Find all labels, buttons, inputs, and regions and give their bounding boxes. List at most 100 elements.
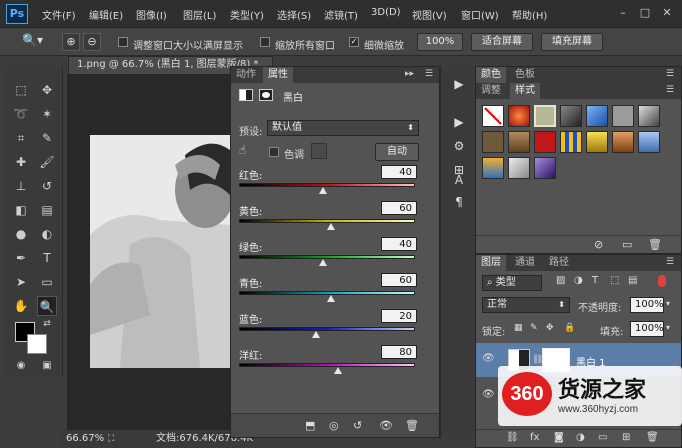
menu-edit[interactable]: 编辑(E) <box>89 7 123 22</box>
slider-value-input[interactable]: 20 <box>381 309 417 323</box>
filter-adjust-icon[interactable]: ◑ <box>574 275 583 286</box>
menu-image[interactable]: 图像(I) <box>136 7 167 22</box>
slider-value-input[interactable]: 80 <box>381 345 417 359</box>
delete-style-icon[interactable]: 🗑 <box>648 238 662 251</box>
opacity-input[interactable]: 100% <box>630 297 664 313</box>
screen-mode-icon[interactable]: ▣ <box>37 356 57 376</box>
chevron-down-icon[interactable]: ▾ <box>666 299 670 308</box>
chevron-down-icon[interactable]: ▾ <box>666 323 670 332</box>
menu-window[interactable]: 窗口(W) <box>461 7 499 22</box>
filter-type-icon[interactable]: T <box>592 275 598 286</box>
shape-tool-icon[interactable]: ▭ <box>37 272 57 292</box>
menu-3d[interactable]: 3D(D) <box>371 7 401 18</box>
style-swatch[interactable] <box>482 131 504 153</box>
menu-help[interactable]: 帮助(H) <box>512 7 547 22</box>
path-select-icon[interactable]: ➤ <box>11 272 31 292</box>
style-swatch[interactable] <box>508 105 530 127</box>
mask-icon[interactable] <box>259 89 273 101</box>
slider-thumb[interactable] <box>319 259 328 266</box>
lock-all-icon[interactable]: 🔒 <box>564 323 575 333</box>
tab-paths[interactable]: 路径 <box>544 255 574 271</box>
tab-layers[interactable]: 图层 <box>476 255 506 271</box>
menu-filter[interactable]: 滤镜(T) <box>324 7 358 22</box>
tint-checkbox[interactable] <box>269 147 279 157</box>
pen-tool-icon[interactable]: ✒ <box>11 248 31 268</box>
lasso-tool-icon[interactable]: ➰ <box>11 104 31 124</box>
tab-swatches[interactable]: 色板 <box>510 67 540 83</box>
zoom-tool-preset-icon[interactable]: 🔍▾ <box>22 33 48 51</box>
view-previous-icon[interactable]: ◎ <box>329 419 339 432</box>
fx-icon[interactable]: fx <box>530 432 539 443</box>
slider-thumb[interactable] <box>312 331 321 338</box>
zoom-out-icon[interactable]: ⊖ <box>83 33 101 51</box>
dodge-tool-icon[interactable]: ◐ <box>37 224 57 244</box>
fit-screen-button[interactable]: 适合屏幕 <box>471 33 533 51</box>
slider-thumb[interactable] <box>319 187 328 194</box>
visibility-eye-icon[interactable]: 👁 <box>379 419 393 432</box>
panel-menu-icon[interactable]: ☰ <box>666 69 674 79</box>
zoom-in-icon[interactable]: ⊕ <box>62 33 80 51</box>
link-layers-icon[interactable]: ⛓ <box>506 432 519 443</box>
style-swatch[interactable] <box>534 105 556 127</box>
new-adjustment-icon[interactable]: ◑ <box>576 432 585 443</box>
menu-select[interactable]: 选择(S) <box>277 7 311 22</box>
history-brush-icon[interactable]: ↺ <box>37 176 57 196</box>
gradient-tool-icon[interactable]: ▤ <box>37 200 57 220</box>
slider-track[interactable] <box>239 327 415 331</box>
type-tool-icon[interactable]: T <box>37 248 57 268</box>
delete-layer-icon[interactable]: 🗑 <box>646 432 659 443</box>
new-style-icon[interactable]: ▭ <box>622 238 632 251</box>
tint-color-swatch[interactable] <box>311 143 327 159</box>
zoom-level[interactable]: 66.67% <box>66 431 104 447</box>
style-swatch[interactable] <box>586 105 608 127</box>
add-mask-icon[interactable]: ◙ <box>554 432 564 443</box>
tab-properties[interactable]: 属性 <box>263 67 293 83</box>
filter-smart-icon[interactable]: ▤ <box>628 275 637 286</box>
slider-thumb[interactable] <box>326 223 335 230</box>
style-swatch[interactable] <box>560 105 582 127</box>
style-swatch[interactable] <box>638 131 660 153</box>
brush-tool-icon[interactable]: 🖌 <box>37 152 57 172</box>
menu-type[interactable]: 类型(Y) <box>230 7 264 22</box>
quick-mask-icon[interactable]: ◉ <box>11 356 31 376</box>
blend-mode-select[interactable]: 正常 ⬍ <box>482 297 570 313</box>
delete-icon[interactable]: 🗑 <box>405 419 419 432</box>
preset-select[interactable]: 默认值 ⬍ <box>267 120 419 136</box>
fill-screen-button[interactable]: 填充屏幕 <box>541 33 603 51</box>
targeted-adjust-icon[interactable]: ☝ <box>239 143 246 157</box>
eraser-tool-icon[interactable]: ◧ <box>11 200 31 220</box>
style-swatch[interactable] <box>534 157 556 179</box>
swap-colors-icon[interactable]: ⇄ <box>41 318 53 330</box>
panel-menu-icon[interactable]: ☰ <box>666 257 674 267</box>
lock-position-icon[interactable]: ✥ <box>546 323 554 333</box>
lock-paint-icon[interactable]: ✎ <box>530 323 538 333</box>
layer-filter-select[interactable]: ⌕ 类型 <box>482 275 542 291</box>
panel-menu-icon[interactable]: ☰ <box>666 85 674 95</box>
slider-value-input[interactable]: 60 <box>381 201 417 215</box>
close-button[interactable]: ✕ <box>660 6 674 20</box>
panel-collapse-icon[interactable]: ▸▸ <box>405 69 414 79</box>
style-swatch[interactable] <box>586 131 608 153</box>
healing-brush-icon[interactable]: ✚ <box>11 152 31 172</box>
filter-pixel-icon[interactable]: ▨ <box>556 275 565 286</box>
slider-thumb[interactable] <box>333 367 342 374</box>
properties-icon[interactable]: ⚙ <box>451 138 467 154</box>
slider-value-input[interactable]: 40 <box>381 237 417 251</box>
stamp-tool-icon[interactable]: ⊥ <box>11 176 31 196</box>
slider-thumb[interactable] <box>326 295 335 302</box>
eyedropper-icon[interactable]: ✎ <box>37 128 57 148</box>
clip-to-layer-icon[interactable]: ⬒ <box>305 419 315 432</box>
zoom-all-checkbox[interactable] <box>260 37 270 47</box>
paragraph-icon[interactable]: ¶ <box>451 194 467 210</box>
tab-actions[interactable]: 动作 <box>231 67 261 83</box>
menu-file[interactable]: 文件(F) <box>42 7 76 22</box>
new-group-icon[interactable]: ▭ <box>598 432 607 443</box>
play-icon[interactable]: ▶ <box>451 114 467 130</box>
history-icon[interactable]: ▶ <box>451 76 467 92</box>
style-swatch[interactable] <box>612 131 634 153</box>
tab-styles[interactable]: 样式 <box>510 83 540 99</box>
visibility-eye-icon[interactable]: 👁 <box>482 389 495 400</box>
slider-value-input[interactable]: 40 <box>381 165 417 179</box>
blur-tool-icon[interactable]: ● <box>11 224 31 244</box>
style-swatch[interactable] <box>638 105 660 127</box>
